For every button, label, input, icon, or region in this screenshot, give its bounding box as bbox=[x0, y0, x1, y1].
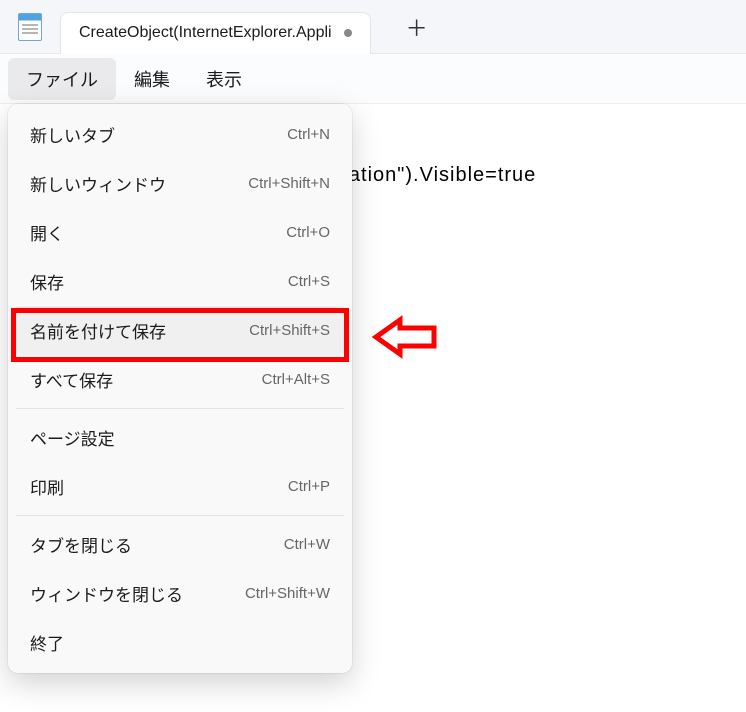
plus-icon: ＋ bbox=[406, 11, 428, 43]
save-all-menu-item[interactable]: すべて保存 Ctrl+Alt+S bbox=[14, 355, 346, 404]
menu-view-label: 表示 bbox=[206, 70, 242, 90]
close-window-menu-item[interactable]: ウィンドウを閉じる Ctrl+Shift+W bbox=[14, 569, 346, 618]
menu-item-label: ウィンドウを閉じる bbox=[30, 581, 183, 606]
menu-item-label: 終了 bbox=[30, 630, 64, 655]
menu-item-label: 名前を付けて保存 bbox=[30, 318, 166, 343]
annotation-arrow-icon bbox=[372, 314, 440, 365]
file-dropdown-menu: 新しいタブ Ctrl+N 新しいウィンドウ Ctrl+Shift+N 開く Ctrl+O 保… bbox=[8, 104, 352, 673]
menu-item-label: 開く bbox=[30, 220, 64, 245]
menu-item-label: すべて保存 bbox=[30, 367, 113, 392]
menu-item-shortcut: Ctrl+Shift+W bbox=[245, 585, 330, 602]
menu-bar: ファイル 編集 表示 bbox=[0, 54, 746, 104]
menu-item-shortcut: Ctrl+O bbox=[286, 224, 330, 241]
menu-item-shortcut: Ctrl+N bbox=[287, 126, 330, 143]
menu-item-shortcut: Ctrl+P bbox=[288, 478, 330, 495]
menu-item-label: タブを閉じる bbox=[30, 532, 132, 557]
menu-separator bbox=[16, 408, 344, 409]
page-setup-menu-item[interactable]: ページ設定 bbox=[14, 413, 346, 462]
save-menu-item[interactable]: 保存 Ctrl+S bbox=[14, 257, 346, 306]
menu-item-shortcut: Ctrl+Shift+N bbox=[248, 175, 330, 192]
menu-item-label: 新しいウィンドウ bbox=[30, 171, 166, 196]
menu-item-shortcut: Ctrl+W bbox=[284, 536, 330, 553]
new-tab-button[interactable]: ＋ bbox=[401, 11, 433, 43]
menu-item-shortcut: Ctrl+S bbox=[288, 273, 330, 290]
tab[interactable]: CreateObject(InternetExplorer.Appli bbox=[60, 12, 371, 54]
menu-item-label: 新しいタブ bbox=[30, 122, 115, 147]
menu-file-label: ファイル bbox=[26, 70, 98, 90]
menu-edit[interactable]: 編集 bbox=[116, 58, 188, 100]
menu-edit-label: 編集 bbox=[134, 70, 170, 90]
exit-menu-item[interactable]: 終了 bbox=[14, 618, 346, 667]
menu-item-label: 保存 bbox=[30, 269, 64, 294]
menu-item-label: 印刷 bbox=[30, 474, 64, 499]
print-menu-item[interactable]: 印刷 Ctrl+P bbox=[14, 462, 346, 511]
tab-title: CreateObject(InternetExplorer.Appli bbox=[79, 24, 332, 42]
save-as-menu-item[interactable]: 名前を付けて保存 Ctrl+Shift+S bbox=[14, 306, 346, 355]
close-tab-menu-item[interactable]: タブを閉じる Ctrl+W bbox=[14, 520, 346, 569]
menu-file[interactable]: ファイル bbox=[8, 58, 116, 100]
new-tab-menu-item[interactable]: 新しいタブ Ctrl+N bbox=[14, 110, 346, 159]
menu-separator bbox=[16, 515, 344, 516]
open-menu-item[interactable]: 開く Ctrl+O bbox=[14, 208, 346, 257]
tab-dirty-indicator-icon[interactable] bbox=[344, 29, 352, 37]
menu-item-shortcut: Ctrl+Shift+S bbox=[249, 322, 330, 339]
new-window-menu-item[interactable]: 新しいウィンドウ Ctrl+Shift+N bbox=[14, 159, 346, 208]
menu-item-label: ページ設定 bbox=[30, 425, 115, 450]
menu-item-shortcut: Ctrl+Alt+S bbox=[262, 371, 330, 388]
menu-view[interactable]: 表示 bbox=[188, 58, 260, 100]
notepad-icon bbox=[18, 13, 42, 41]
title-bar: CreateObject(InternetExplorer.Appli ＋ bbox=[0, 0, 746, 54]
app-icon-container bbox=[0, 13, 60, 41]
